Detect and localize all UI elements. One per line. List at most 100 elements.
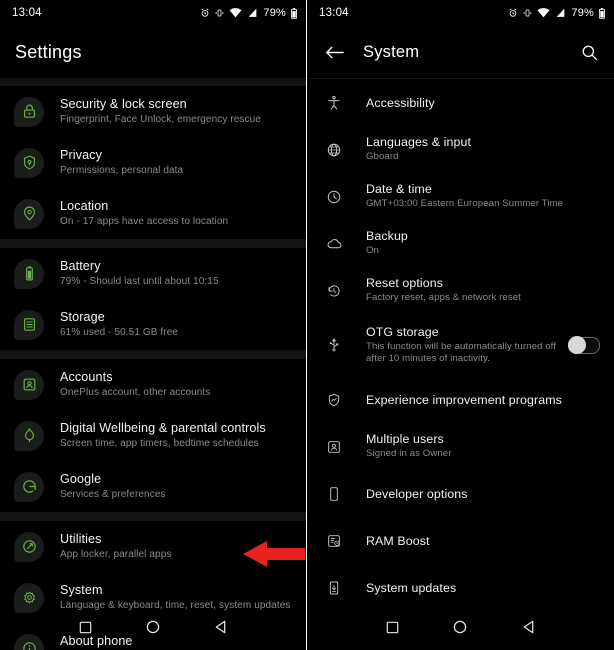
item-title: Developer options <box>366 486 468 501</box>
clock-icon <box>323 186 345 208</box>
cloud-icon <box>323 233 345 255</box>
battery-percent-label: 79% <box>571 7 594 19</box>
header-divider <box>0 78 306 86</box>
group-separator <box>0 350 306 359</box>
item-subtitle: Fingerprint, Face Unlock, emergency resc… <box>60 114 261 125</box>
status-bar-right: 13:04 79% <box>307 0 614 26</box>
system-item-developer-options[interactable]: Developer options <box>307 470 614 517</box>
recents-button[interactable] <box>79 621 92 634</box>
item-subtitle: GMT+03:00 Eastern European Summer Time <box>366 198 564 210</box>
status-bar-clock: 13:04 <box>12 7 42 19</box>
item-title: Accessibility <box>366 95 435 110</box>
alarm-icon <box>201 8 209 17</box>
item-subtitle: 61% used - 50.51 GB free <box>60 327 179 338</box>
toggle-knob <box>568 335 586 354</box>
status-bar-icons: 79% <box>200 7 297 19</box>
annotation-arrow-system <box>243 539 305 569</box>
system-item-date-time[interactable]: Date & time GMT+03:00 Eastern European S… <box>307 173 614 220</box>
item-title: Backup <box>366 229 408 244</box>
vibrate-icon <box>524 9 532 17</box>
utilities-icon <box>14 531 44 562</box>
settings-group-2: Battery 79% - Should last until about 10… <box>0 248 306 350</box>
dual-screenshot: 13:04 79% Settings Security & lock scree <box>0 0 614 650</box>
item-subtitle: 79% - Should last until about 10:15 <box>60 276 219 287</box>
item-title: Google <box>60 472 102 486</box>
system-header: System <box>307 26 614 78</box>
item-subtitle: OnePlus account, other accounts <box>60 387 211 398</box>
item-subtitle: Services & preferences <box>60 489 166 500</box>
item-subtitle: On <box>366 245 379 257</box>
navigation-bar-left <box>0 604 306 650</box>
battery-percent-label: 79% <box>263 7 286 19</box>
vibrate-icon <box>216 9 224 17</box>
item-subtitle: Factory reset, apps & network reset <box>366 292 521 304</box>
back-arrow-icon[interactable] <box>323 41 345 63</box>
settings-item-google[interactable]: Google Services & preferences <box>0 461 306 512</box>
system-item-languages-input[interactable]: Languages & input Gboard <box>307 126 614 173</box>
settings-group-1: Security & lock screen Fingerprint, Face… <box>0 86 306 239</box>
account-icon <box>14 369 44 400</box>
back-button[interactable] <box>214 620 227 634</box>
battery-icon <box>14 258 44 289</box>
page-title: System <box>363 42 420 61</box>
status-bar-left: 13:04 79% <box>0 0 306 26</box>
item-title: Storage <box>60 310 105 324</box>
system-item-otg-storage[interactable]: OTG storage This function will be automa… <box>307 314 614 376</box>
location-pin-icon <box>14 198 44 229</box>
system-item-multiple-users[interactable]: Multiple users Signed in as Owner <box>307 423 614 470</box>
settings-item-security[interactable]: Security & lock screen Fingerprint, Face… <box>0 86 306 137</box>
wifi-icon <box>537 8 550 18</box>
lock-icon <box>14 96 44 127</box>
item-subtitle: This function will be automatically turn… <box>366 340 556 364</box>
settings-item-privacy[interactable]: Privacy Permissions, personal data <box>0 137 306 188</box>
system-item-backup[interactable]: Backup On <box>307 220 614 267</box>
item-subtitle: Permissions, personal data <box>60 165 184 176</box>
item-title: Accounts <box>60 370 113 384</box>
accessibility-icon <box>323 92 345 114</box>
settings-screen: 13:04 79% Settings Security & lock scree <box>0 0 306 650</box>
recents-button[interactable] <box>386 621 399 634</box>
system-item-experience-improvement[interactable]: Experience improvement programs <box>307 376 614 423</box>
page-title: Settings <box>15 41 82 62</box>
globe-icon <box>323 139 345 161</box>
phone-icon <box>323 483 345 505</box>
system-item-accessibility[interactable]: Accessibility <box>307 79 614 126</box>
settings-item-location[interactable]: Location On - 17 apps have access to loc… <box>0 188 306 239</box>
navigation-bar-right <box>307 604 614 650</box>
item-title: OTG storage <box>366 324 439 339</box>
item-title: System <box>60 583 103 597</box>
item-subtitle: On - 17 apps have access to location <box>60 216 229 227</box>
group-separator <box>0 512 306 521</box>
item-title: Reset options <box>366 276 444 291</box>
status-bar-clock: 13:04 <box>319 7 349 19</box>
storage-icon <box>14 309 44 340</box>
group-separator <box>0 239 306 248</box>
item-title: Digital Wellbeing & parental controls <box>60 421 266 435</box>
settings-item-accounts[interactable]: Accounts OnePlus account, other accounts <box>0 359 306 410</box>
settings-group-3: Accounts OnePlus account, other accounts… <box>0 359 306 512</box>
item-title: Location <box>60 199 109 213</box>
system-item-reset-options[interactable]: Reset options Factory reset, apps & netw… <box>307 267 614 314</box>
item-title: Security & lock screen <box>60 97 187 111</box>
search-icon[interactable] <box>578 41 600 63</box>
otg-storage-toggle[interactable] <box>568 335 600 354</box>
wellbeing-icon <box>14 420 44 451</box>
home-button[interactable] <box>453 620 467 634</box>
item-title: Languages & input <box>366 135 472 150</box>
users-icon <box>323 436 345 458</box>
item-title: Battery <box>60 259 101 273</box>
usb-icon <box>323 334 345 356</box>
system-screen: 13:04 79% System Accessibility Languages… <box>307 0 614 650</box>
settings-item-storage[interactable]: Storage 61% used - 50.51 GB free <box>0 299 306 350</box>
item-subtitle: Screen time, app timers, bedtime schedul… <box>60 438 259 449</box>
alarm-icon <box>509 8 517 17</box>
home-button[interactable] <box>146 620 160 634</box>
system-item-ram-boost[interactable]: RAM Boost <box>307 517 614 564</box>
settings-item-digital-wellbeing[interactable]: Digital Wellbeing & parental controls Sc… <box>0 410 306 461</box>
signal-icon <box>557 8 565 17</box>
back-button[interactable] <box>522 620 535 634</box>
settings-item-battery[interactable]: Battery 79% - Should last until about 10… <box>0 248 306 299</box>
signal-icon <box>249 8 257 17</box>
status-bar-icons: 79% <box>508 7 605 19</box>
google-g-icon <box>14 471 44 502</box>
